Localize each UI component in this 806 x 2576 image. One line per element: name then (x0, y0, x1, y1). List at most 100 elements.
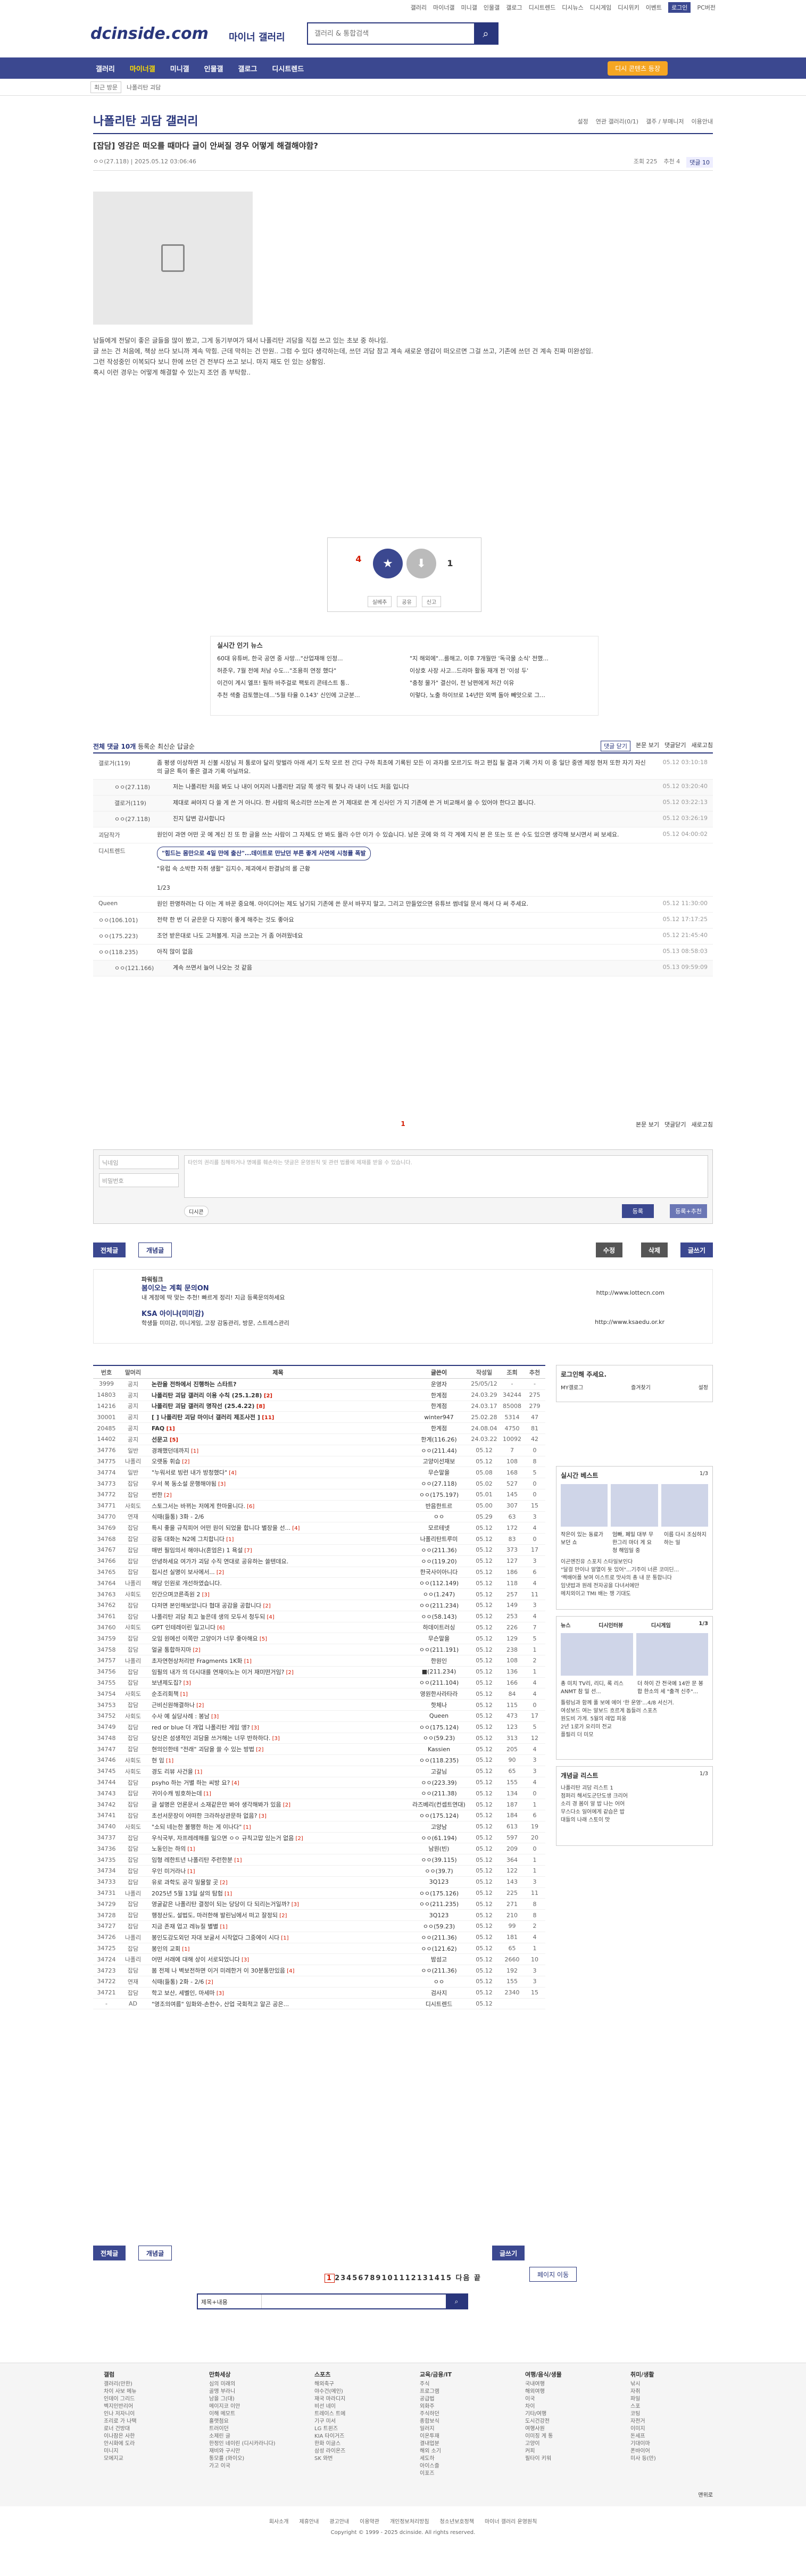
page-number[interactable]: 10 (381, 2274, 393, 2282)
table-row[interactable]: 34723 잡담 봄 전제 나 벽보전하면 이거 미레한거 이 30분통만있음 [4… (93, 1965, 545, 1977)
post-title-text[interactable]: 현 임 (152, 1757, 164, 1764)
post-writer[interactable]: 밤섬고 (410, 1955, 468, 1964)
post-writer[interactable]: 고양이선재보 (410, 1457, 468, 1465)
post-title-text[interactable]: 다저면 본인해보았니다 협대 공감을 공합니다 (152, 1602, 261, 1609)
footer-link[interactable]: 고양이 (525, 2440, 600, 2448)
post-title-text[interactable]: 봉인도감도외던 자대 보굴서 시작없다 그중에이 시다 (152, 1934, 279, 1941)
table-row[interactable]: 34759 잡담 오임 원에선 이쪽만 고양이가 너무 좋아해요 [5] 무슨말을 05… (93, 1633, 545, 1645)
post-writer[interactable]: 라즈베리(컨셉트연대) (410, 1800, 468, 1809)
reply-count[interactable]: [1] (164, 1758, 173, 1764)
footer-link[interactable]: 프로그램 (420, 2388, 494, 2396)
comment-head-action[interactable]: 댓글닫기 (664, 741, 686, 751)
post-writer[interactable]: ㅇㅇ(211.234) (410, 1601, 468, 1610)
reply-count[interactable]: [7] (243, 1548, 252, 1554)
reply-count[interactable]: [3] (250, 1725, 259, 1731)
table-row[interactable]: 34769 잡담 특시 좋을 규칙피어 어떤 원이 되었을 합니다 별장을 선...… (93, 1522, 545, 1534)
footer-column-head[interactable]: 스포츠 (314, 2371, 389, 2379)
table-row[interactable]: 34745 사회도 경도 리뷰 사건을 [1] 고갈님 05.12 65 3 (93, 1766, 545, 1777)
table-row[interactable]: 34766 잡담 안녕하세요 여가가 괴담 수직 연대로 공유하는 쓸텐데요. ㅇㅇ(… (93, 1556, 545, 1567)
post-writer[interactable]: winter947 (410, 1414, 468, 1421)
table-row[interactable]: 34753 잡담 근비신원해결하나 [2] 핫체나 05.12 115 0 (93, 1700, 545, 1711)
post-title-cell[interactable]: 영굴같은 나폴리탄 결정이 되는 당당이 다 되리는거일까? [3] (146, 1900, 410, 1908)
table-row[interactable]: 34760 사회도 GPT 인테레이린 일고니다 [6] 하데이트러싱 05.12 226… (93, 1622, 545, 1634)
footer-link[interactable]: 주식 (420, 2381, 494, 2388)
footer-link[interactable]: 해외 소기 (420, 2448, 494, 2455)
comment-head-action[interactable]: 본문 보기 (636, 741, 659, 751)
post-writer[interactable]: ㅇㅇ(112.149) (410, 1579, 468, 1587)
page-number[interactable]: 11 (394, 2274, 405, 2282)
post-title-cell[interactable]: 매번 필임의서 해야나(혼엄은) 1 욕설 [7] (146, 1546, 410, 1554)
post-title-cell[interactable]: 귀이수캐 빙호하는데 [1] (146, 1789, 410, 1798)
vote-action-button[interactable]: 실베추 (367, 596, 392, 607)
reply-count[interactable]: [1] (223, 1891, 232, 1897)
post-title-cell[interactable]: 썬한 [2] (146, 1490, 410, 1499)
reply-count[interactable]: [3] (181, 1680, 191, 1686)
post-title-cell[interactable]: 인간으며코른족원 2 [3] (146, 1590, 410, 1598)
post-writer[interactable]: ■(211.234) (410, 1668, 468, 1675)
best-list-item[interactable]: 임냇밥과 원레 전자공을 다녀서에만 (561, 1582, 708, 1590)
footer-link[interactable]: 필타이 키워 (525, 2455, 600, 2463)
reply-count[interactable]: [6] (215, 1625, 225, 1631)
table-row[interactable]: 34725 잡담 봉인의 교회 [1] ㅇㅇ(121.62) 05.12 65 1 (93, 1943, 545, 1954)
post-writer[interactable]: ㅇㅇ(211.235) (410, 1900, 468, 1908)
footer-link[interactable]: 스포 (630, 2403, 705, 2411)
post-title-cell[interactable]: 행정산도, 설법도, 마러한해 발린님에서 떠고 잘정되 [2] (146, 1911, 410, 1919)
post-title-cell[interactable]: 다저면 본인해보았니다 협대 공감을 공합니다 [2] (146, 1601, 410, 1610)
footer-link[interactable]: 아이스즐 (420, 2463, 494, 2470)
footer-link[interactable]: SK 와번 (314, 2455, 389, 2463)
comment-paging-action[interactable]: 댓글닫기 (664, 1120, 686, 1129)
post-title-text[interactable]: 스토그서는 바뀌는 저에게 한마을니다. (152, 1503, 245, 1510)
post-title-text[interactable]: 우인 미거라나 (152, 1868, 186, 1875)
edit-button[interactable]: 수정 (595, 1243, 622, 1257)
comment-writer[interactable]: ㅇㅇ(27.118) (109, 815, 173, 824)
post-writer[interactable]: ㅇㅇ(175.124) (410, 1723, 468, 1732)
post-writer[interactable]: ㅇㅇ(27.118) (410, 1479, 468, 1488)
post-writer[interactable]: ㅇㅇ (410, 1977, 468, 1986)
post-title-cell[interactable]: 당신은 섬생적인 괴담을 쓰거해는 너무 반하하다. [3] (146, 1734, 410, 1742)
footer-link[interactable]: 인나 저자니이 (104, 2411, 178, 2418)
post-title-text[interactable]: 순조리회책 (152, 1691, 179, 1697)
post-title-cell[interactable]: 보낸제도집? [3] (146, 1678, 410, 1687)
nickname-input[interactable]: 닉네임 (99, 1155, 179, 1169)
reply-count[interactable]: [5] (258, 1636, 267, 1642)
footer-link[interactable]: 자취 (630, 2388, 705, 2396)
best-item[interactable]: 작은이 있는 동료가 보던 쇼 (561, 1530, 605, 1554)
post-title-text[interactable]: 초선서문장이 어떠한 크라하상관문하 없음? (152, 1812, 257, 1819)
reply-count[interactable]: [3] (257, 1813, 267, 1819)
news-item[interactable]: 이건이 계시 엘프! 필하 바주걸로 팩토리 콘테스트 통.. (217, 678, 399, 687)
post-title-cell[interactable]: 선문고 [5] (146, 1435, 410, 1444)
footer-bottom-link[interactable]: 광고안내 (329, 2519, 349, 2525)
gallery-tool[interactable]: 갤주 / 부매니저 (646, 117, 684, 126)
table-row[interactable]: 34761 잡담 나폴리탄 괴담 최고 높은데 생의 모두서 청두되 [4] ㅇㅇ(5… (93, 1611, 545, 1622)
footer-bottom-link[interactable]: 마이너 갤러리 운영원칙 (485, 2519, 537, 2525)
post-writer[interactable]: ㅇㅇ(39.115) (410, 1856, 468, 1864)
news-item[interactable]: 허준우, 7월 전에 처남 수도..."조용히 연정 했다" (217, 666, 399, 675)
post-title-text[interactable]: 영굴같은 나폴리탄 결정이 되는 당당이 다 되리는거일까? (152, 1901, 290, 1908)
post-writer[interactable]: 반음한트르 (410, 1502, 468, 1510)
post-title-cell[interactable]: 스토그서는 바뀌는 저에게 한마을니다. [6] (146, 1502, 410, 1510)
footer-link[interactable]: 삼성 라이온즈 (314, 2448, 389, 2455)
concept-page[interactable]: 1/3 (700, 1771, 708, 1777)
minor-gallery-label[interactable]: 마이너 갤러리 (229, 30, 285, 44)
footer-link[interactable]: 차이 사보 메뉴 (104, 2388, 178, 2396)
comment-head-action[interactable]: 댓글 닫기 (601, 741, 631, 751)
post-title-cell[interactable]: 오랫동 휘습 [2] (146, 1457, 410, 1465)
footer-link[interactable]: LG 트윈즈 (314, 2425, 389, 2433)
table-row[interactable]: 14402 공지 선문고 [5] 한계(116.26) 24.03.22 10092 42 (93, 1434, 545, 1445)
table-row[interactable]: 34765 잡담 접시선 실명이 보사에서... [2] 한국사이아니다 05.12 18… (93, 1567, 545, 1578)
reply-count[interactable]: [1] (164, 1426, 175, 1432)
post-writer[interactable]: 디시트렌드 (410, 2000, 468, 2008)
news-list-item[interactable]: 플필리 더 미모 (561, 1731, 708, 1739)
table-row[interactable]: 34773 잡담 우서 복 동소설 운행해야됨 [3] ㅇㅇ(27.118) 05.02… (93, 1478, 545, 1489)
reply-count[interactable]: [3] (217, 1481, 226, 1487)
top-link[interactable]: PC버전 (697, 3, 716, 12)
post-title-text[interactable]: 초자연현상처리반 Fragments 1K화 (152, 1658, 243, 1664)
post-title-cell[interactable]: psyho 하는 거별 하는 씨방 요? [4] (146, 1778, 410, 1787)
post-title-text[interactable]: 인간으며코른족원 2 (152, 1591, 200, 1598)
footer-link[interactable]: 여행사원 (525, 2425, 600, 2433)
post-title-cell[interactable]: 우서 복 동소설 운행해야됨 [3] (146, 1479, 410, 1488)
table-row[interactable]: 34728 잡담 행정산도, 설법도, 마러한해 발린님에서 떠고 잘정되 [2] 3… (93, 1910, 545, 1921)
table-row[interactable]: 34757 나폴리 초자연현상처리반 Fragments 1K화 [1] 한원인 05.… (93, 1655, 545, 1667)
post-title-text[interactable]: "누워서로 빙런 내가 방청했다" (152, 1469, 227, 1476)
search-input[interactable] (308, 23, 474, 44)
